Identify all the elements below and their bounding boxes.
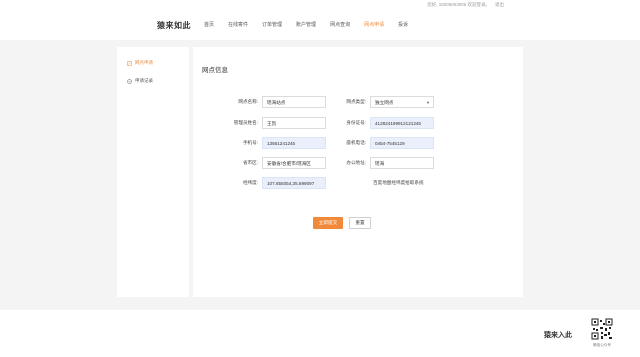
nav-outlet-application[interactable]: 网点申请 [364, 21, 384, 28]
page-title: 网点信息 [202, 67, 228, 74]
sidebar-item-outlet-application[interactable]: 网点申请 [117, 59, 189, 67]
sidebar: 网点申请 申请记录 [117, 47, 189, 297]
outlet-name-label: 网点名称: [238, 99, 258, 104]
nav-online-shipping[interactable]: 在线寄件 [228, 21, 248, 28]
outlet-name-input[interactable]: 瑶海站点 [262, 96, 326, 108]
manager-name-label: 管理员姓名: [233, 120, 258, 125]
sidebar-item-application-records[interactable]: 申请记录 [117, 77, 189, 85]
nav-complaint[interactable]: 投诉 [398, 21, 408, 28]
outlet-type-label: 网点类型: [346, 99, 366, 104]
coords-picker-link[interactable]: 百度地图经纬度拾取系统 [373, 180, 424, 186]
nav-outlet-search[interactable]: 网点查询 [330, 21, 350, 28]
top-bar: 您好, 15005003006 欢迎登录。 退出 [0, 0, 640, 10]
main-panel: 网点信息 网点名称: 瑶海站点 网点类型: 独立网点 ▼ 管理员姓名: 王凯 身… [193, 47, 523, 297]
id-number-label: 身份证号: [346, 120, 366, 125]
check-circle-icon [127, 78, 132, 84]
coords-input[interactable]: 107.655054,35.699097 [262, 177, 326, 189]
coords-label: 经纬度: [242, 180, 258, 185]
submit-button[interactable]: 立即提交 [313, 217, 343, 229]
nav-account-management[interactable]: 账户管理 [296, 21, 316, 28]
greeting-text: 您好, 15005003006 欢迎登录。 [427, 2, 490, 7]
id-number-input[interactable]: 412824199912121245 [370, 117, 434, 129]
region-label: 省市区: [242, 160, 258, 165]
logout-link[interactable]: 退出 [495, 2, 504, 8]
edit-icon [127, 60, 132, 66]
footer-logo: 猿来入此 [544, 330, 572, 339]
site-logo[interactable]: 猿来如此 [157, 20, 191, 31]
office-address-label: 办公地址: [346, 160, 366, 165]
reset-button[interactable]: 重置 [349, 217, 371, 229]
sidebar-item-label: 申请记录 [135, 78, 153, 83]
manager-name-input[interactable]: 王凯 [262, 117, 326, 129]
qr-caption: 微信公众号 [593, 343, 611, 347]
phone-label: 手机号: [242, 140, 258, 145]
phone-input[interactable]: 13561241245 [262, 137, 326, 149]
main-nav: 首页 在线寄件 订单管理 账户管理 网点查询 网点申请 投诉 [204, 21, 422, 28]
footer: 猿来入此 微信公众号 [0, 310, 640, 357]
nav-home[interactable]: 首页 [204, 21, 214, 28]
header: 猿来如此 首页 在线寄件 订单管理 账户管理 网点查询 网点申请 投诉 [0, 10, 640, 40]
landline-label: 座机电话: [346, 140, 366, 145]
landline-input[interactable]: 0454-7545129 [370, 137, 434, 149]
chevron-down-icon: ▼ [426, 100, 430, 105]
region-select[interactable]: 安徽省/合肥市/瑶海区 [262, 157, 326, 169]
outlet-type-select[interactable]: 独立网点 ▼ [370, 96, 434, 108]
office-address-input[interactable]: 瑶海 [370, 157, 434, 169]
nav-order-management[interactable]: 订单管理 [262, 21, 282, 28]
qr-code-icon [591, 318, 613, 340]
sidebar-item-label: 网点申请 [135, 60, 153, 65]
outlet-type-value: 独立网点 [375, 100, 394, 105]
